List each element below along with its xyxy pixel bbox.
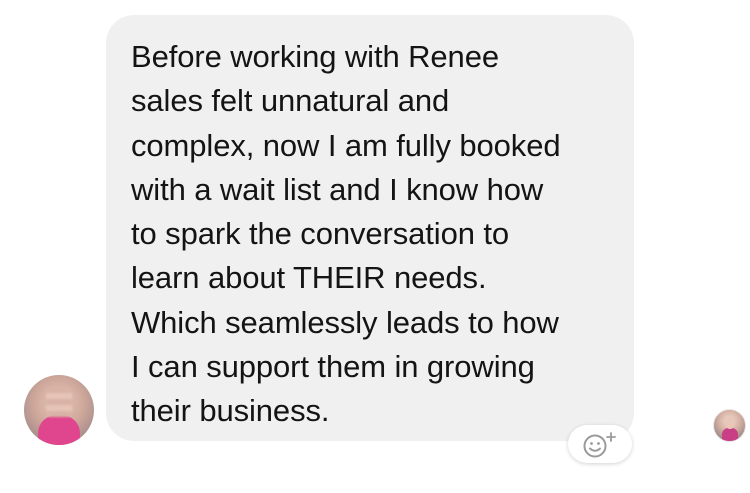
message-bubble[interactable]: Before working with Renee sales felt unn… — [106, 15, 634, 441]
read-receipt-clothing — [722, 428, 738, 441]
message-line: sales felt unnatural and — [131, 83, 450, 119]
avatar-blurred-face — [46, 387, 72, 417]
avatar-clothing — [38, 415, 80, 445]
read-receipt-face — [725, 417, 735, 429]
message-line: I can support them in growing — [131, 349, 535, 385]
message-line: their business. — [131, 393, 330, 429]
read-receipt-avatar — [713, 409, 746, 442]
message-line: Before working with Renee — [131, 39, 499, 74]
smiley-plus-icon — [583, 432, 616, 458]
add-reaction-button[interactable] — [568, 425, 632, 463]
message-line: with a wait list and I know how — [131, 171, 544, 207]
message-line: learn about THEIR needs. — [131, 260, 487, 296]
message-line: complex, now I am fully booked — [131, 127, 561, 163]
sender-avatar[interactable] — [24, 375, 94, 445]
message-line: to spark the conversation to — [131, 216, 510, 252]
message-line: Which seamlessly leads to how — [131, 304, 559, 340]
